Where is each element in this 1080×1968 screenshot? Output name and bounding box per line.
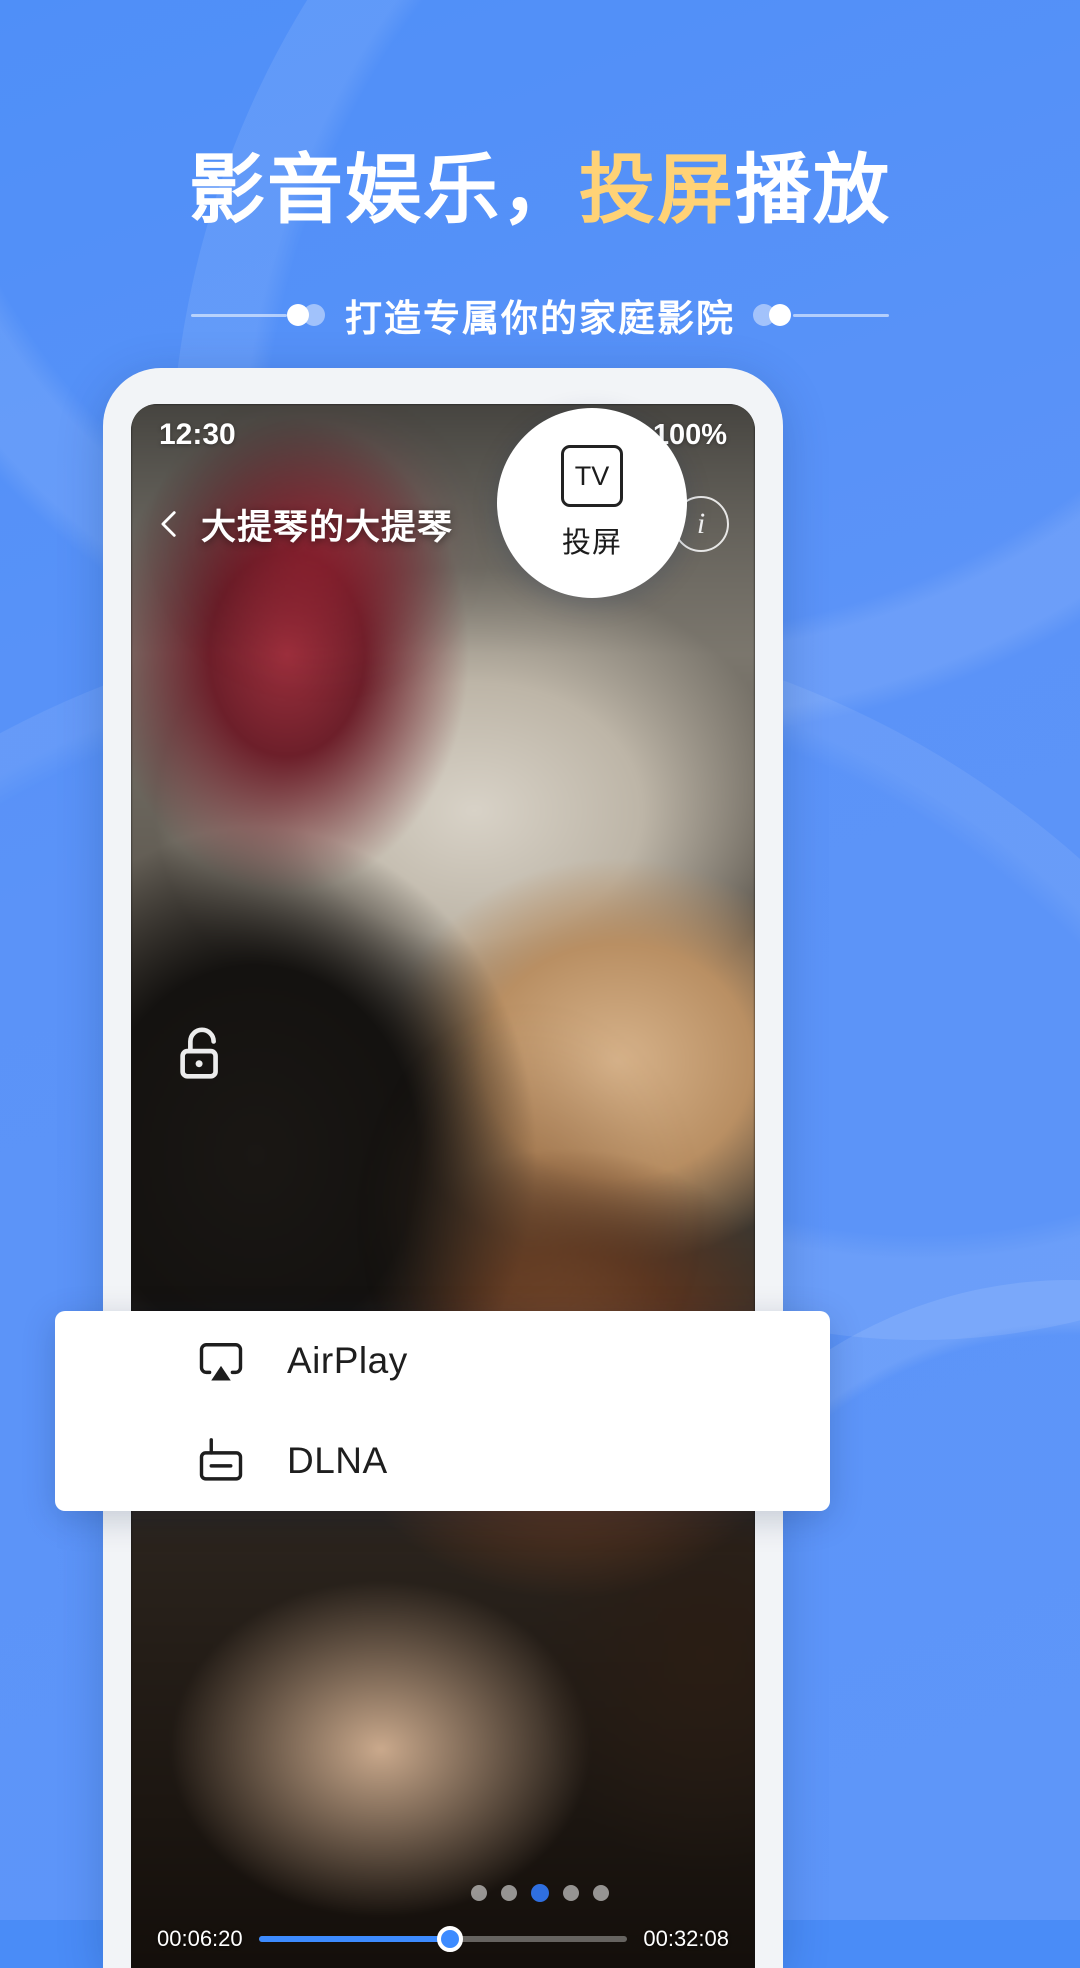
tv-icon: TV xyxy=(561,445,623,507)
headline-accent: 投屏 xyxy=(579,148,735,233)
page-dot[interactable] xyxy=(501,1885,517,1901)
promo-subtitle: 打造专属你的家庭影院 xyxy=(345,298,735,339)
page-dot[interactable] xyxy=(593,1885,609,1901)
phone-screen: 12:30 100% 大提琴的大提琴 i 00:06:20 00:32:08 xyxy=(131,404,755,1968)
page-dot[interactable] xyxy=(563,1885,579,1901)
page-indicator xyxy=(0,1884,1080,1902)
player-progress-fill xyxy=(258,1936,451,1942)
phone-mockup: 12:30 100% 大提琴的大提琴 i 00:06:20 00:32:08 xyxy=(103,368,783,1968)
promo-subtitle-row: 打造专属你的家庭影院 xyxy=(0,288,1080,342)
subtitle-decoration-left xyxy=(191,304,327,326)
back-chevron-icon[interactable] xyxy=(153,507,187,541)
list-item-label: DLNA xyxy=(287,1440,388,1481)
headline-part-1: 影音娱乐， xyxy=(189,148,579,233)
promo-headline: 影音娱乐，投屏播放 xyxy=(0,128,1080,238)
player-total-time: 00:32:08 xyxy=(643,1926,729,1951)
decoration-line-right xyxy=(793,313,889,317)
cast-target-sheet: AirPlay DLNA xyxy=(55,1311,830,1511)
decoration-dots-right xyxy=(753,304,793,326)
list-item-label: AirPlay xyxy=(287,1340,408,1381)
player-progress-track[interactable] xyxy=(258,1926,628,1952)
video-title: 大提琴的大提琴 xyxy=(201,507,454,547)
decoration-line-left xyxy=(191,313,287,317)
page-dot-active[interactable] xyxy=(531,1884,549,1902)
decoration-dots-left xyxy=(287,304,327,326)
player-progress-bar: 00:06:20 00:32:08 xyxy=(131,1926,755,1952)
dlna-icon xyxy=(199,1438,243,1481)
player-current-time: 00:06:20 xyxy=(157,1926,243,1951)
headline-part-3: 播放 xyxy=(735,148,891,233)
decoration-dot-solid-right xyxy=(769,304,791,326)
decoration-dot-faint-left xyxy=(303,304,325,326)
cast-button-label: 投屏 xyxy=(561,527,622,559)
list-item-dlna[interactable]: DLNA xyxy=(55,1411,830,1511)
list-item-airplay[interactable]: AirPlay xyxy=(55,1311,830,1411)
cast-highlight-bubble[interactable]: TV 投屏 xyxy=(497,408,687,598)
video-frame-image xyxy=(131,404,755,1968)
status-bar-time: 12:30 xyxy=(159,418,236,451)
page-dot[interactable] xyxy=(471,1885,487,1901)
airplay-icon xyxy=(199,1343,243,1381)
subtitle-decoration-right xyxy=(753,304,889,326)
lock-open-icon[interactable] xyxy=(171,1024,233,1086)
player-progress-knob[interactable] xyxy=(437,1926,464,1952)
